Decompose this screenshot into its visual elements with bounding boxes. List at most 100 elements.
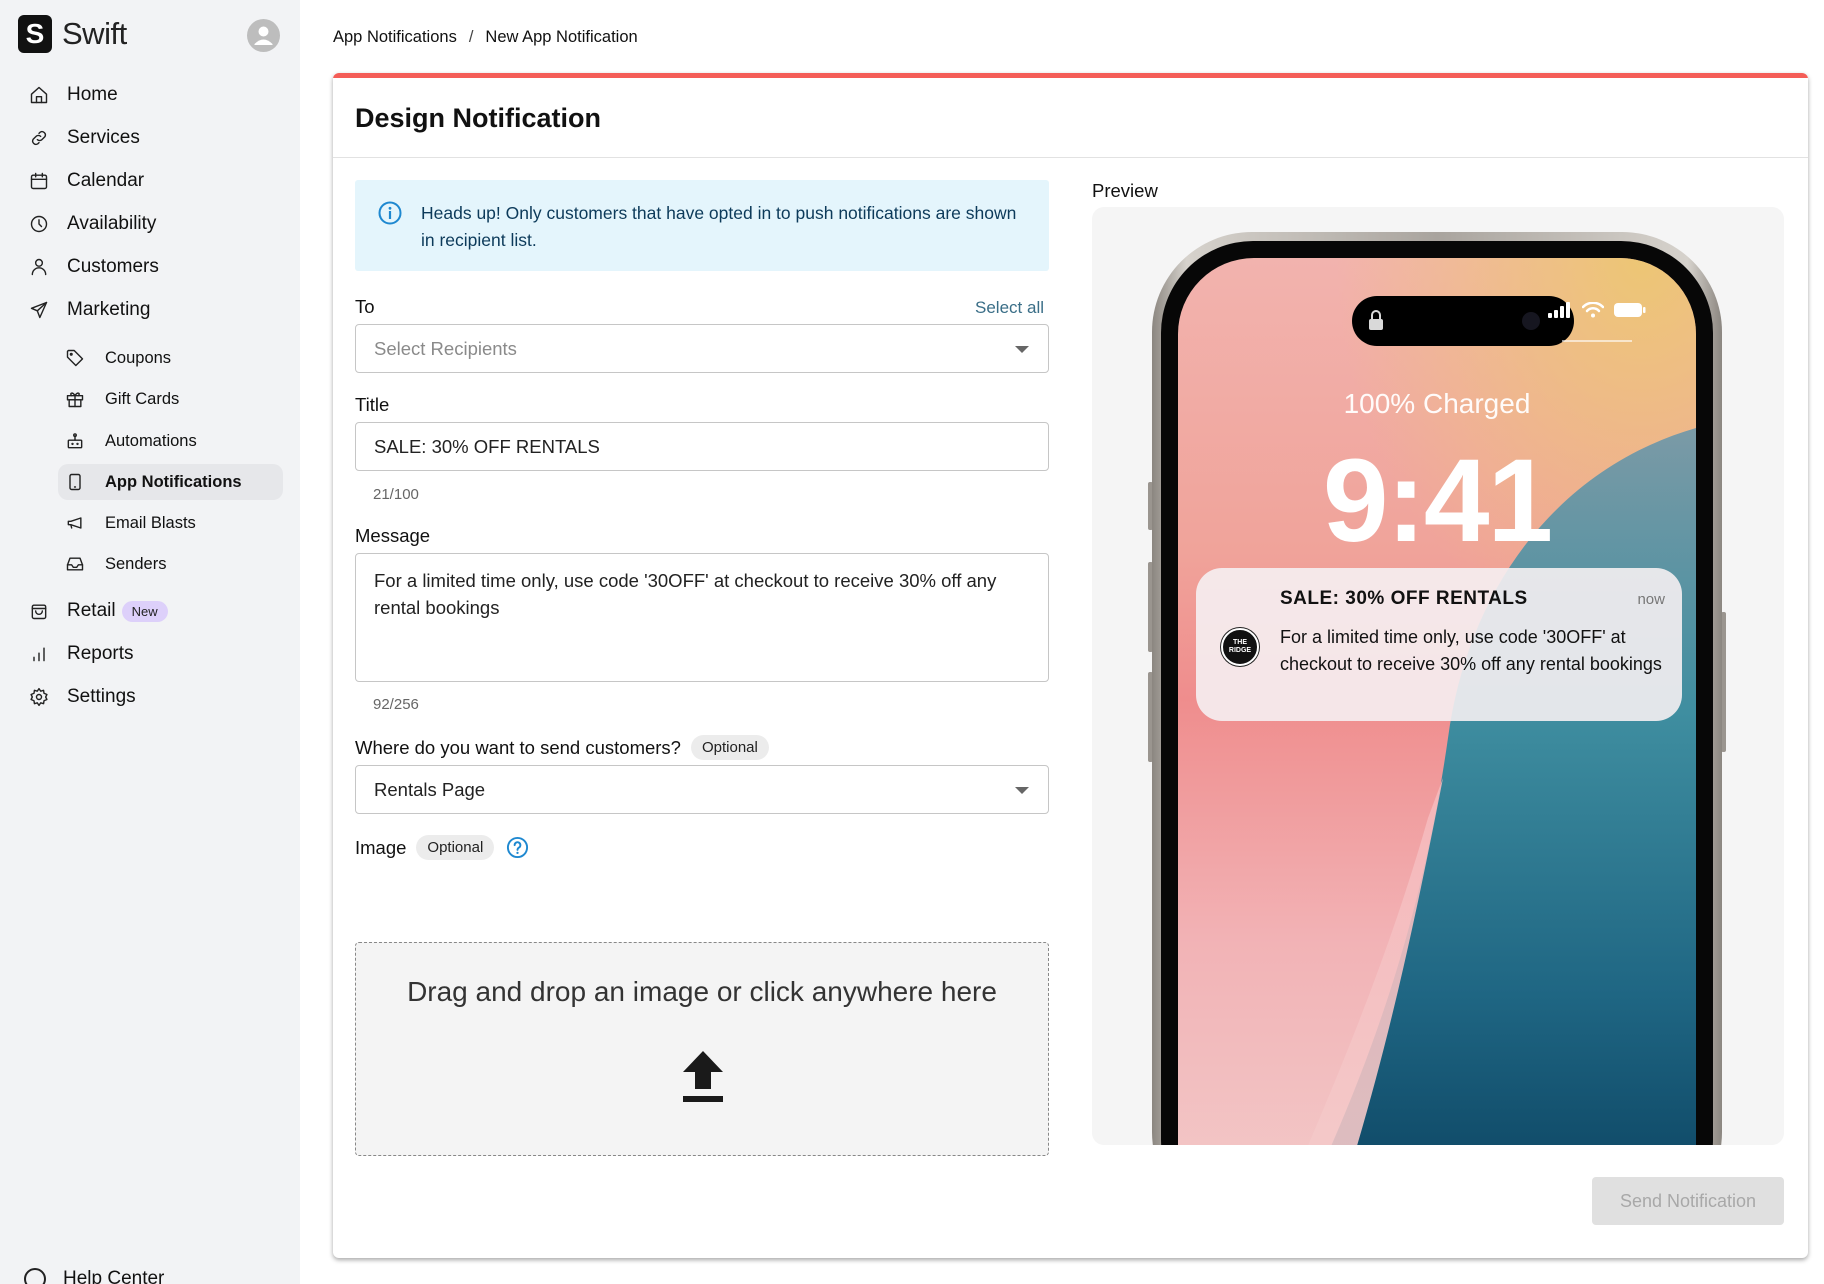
chevron-down-icon [1015, 786, 1029, 794]
sidebar-item-email-blasts[interactable]: Email Blasts [64, 505, 196, 541]
charging-indicator [1562, 340, 1632, 342]
help-center-label: Help Center [63, 1268, 165, 1284]
sidebar-item-settings[interactable]: Settings [28, 682, 136, 712]
destination-label: Where do you want to send customers? Opt… [355, 735, 769, 760]
sidebar-item-coupons[interactable]: Coupons [64, 340, 171, 376]
breadcrumb-parent-link[interactable]: App Notifications [333, 28, 457, 47]
sidebar-item-automations[interactable]: Automations [64, 423, 197, 459]
message-textarea[interactable]: For a limited time only, use code '30OFF… [355, 553, 1049, 682]
clock-icon [28, 213, 50, 235]
to-label-text: To [355, 296, 375, 317]
sidebar-item-app-notifications[interactable]: App Notifications [58, 464, 283, 500]
sidebar: S Swift Home Services Calendar Availabil… [0, 0, 300, 1284]
select-all-link[interactable]: Select all [975, 298, 1044, 318]
divider [333, 157, 1808, 158]
sidebar-item-availability[interactable]: Availability [28, 209, 156, 239]
message-textarea-value: For a limited time only, use code '30OFF… [374, 570, 997, 618]
new-badge: New [121, 600, 168, 622]
brand[interactable]: S Swift [18, 15, 127, 53]
sidebar-item-reports[interactable]: Reports [28, 639, 134, 669]
phone-icon [64, 471, 86, 493]
optional-chip: Optional [416, 835, 495, 860]
sidebar-item-calendar[interactable]: Calendar [28, 166, 144, 196]
message-label-text: Message [355, 525, 431, 546]
sidebar-item-label: Availability [67, 213, 157, 234]
status-bar [1548, 302, 1646, 318]
sidebar-item-label: Services [67, 127, 140, 148]
sidebar-item-marketing[interactable]: Marketing [28, 295, 150, 325]
calendar-icon [28, 170, 50, 192]
question-circle-icon[interactable] [506, 836, 529, 859]
sidebar-item-customers[interactable]: Customers [28, 252, 159, 282]
user-avatar-icon [254, 26, 273, 45]
card-accent-bar [333, 73, 1808, 78]
info-banner: Heads up! Only customers that have opted… [355, 180, 1049, 271]
user-icon [28, 256, 50, 278]
sidebar-item-label: App Notifications [105, 472, 242, 491]
breadcrumb-current: New App Notification [485, 28, 638, 46]
sidebar-item-label: Email Blasts [105, 513, 196, 532]
preview-label: Preview [1092, 180, 1158, 201]
message-char-counter: 92/256 [373, 696, 419, 713]
camera-icon [1522, 312, 1540, 330]
title-label-text: Title [355, 394, 390, 415]
avatar[interactable] [247, 19, 280, 52]
notification-title: SALE: 30% OFF RENTALS [1280, 588, 1528, 609]
app-logo-icon: THE RIDGE [1221, 628, 1259, 666]
robot-icon [64, 430, 86, 452]
to-label: To [355, 296, 375, 318]
image-label: Image Optional [355, 835, 529, 860]
battery-icon [1614, 303, 1646, 317]
info-banner-text: Heads up! Only customers that have opted… [421, 203, 1017, 250]
sidebar-item-label: Calendar [67, 170, 145, 191]
sidebar-item-gift-cards[interactable]: Gift Cards [64, 381, 179, 417]
sidebar-item-label: Automations [105, 431, 197, 450]
message-label: Message [355, 525, 430, 547]
sidebar-item-home[interactable]: Home [28, 80, 118, 110]
title-input[interactable]: SALE: 30% OFF RENTALS [355, 422, 1049, 471]
title-char-counter: 21/100 [373, 486, 419, 503]
help-center-link[interactable]: Help Center [24, 1268, 164, 1284]
title-label: Title [355, 394, 389, 416]
sidebar-item-services[interactable]: Services [28, 123, 140, 153]
link-icon [28, 127, 50, 149]
image-dropzone[interactable]: Drag and drop an image or click anywhere… [355, 942, 1049, 1156]
sidebar-item-label: Settings [67, 686, 136, 707]
brand-logo: S [18, 15, 52, 53]
upload-icon [683, 1051, 723, 1102]
sidebar-item-label: Customers [67, 256, 159, 277]
destination-label-text: Where do you want to send customers? [355, 736, 681, 758]
signal-icon [1548, 302, 1570, 318]
sidebar-item-retail[interactable]: Retail New [28, 596, 168, 626]
breadcrumb: App Notifications / New App Notification [333, 28, 638, 47]
lock-icon [1369, 310, 1383, 330]
notification-body: For a limited time only, use code '30OFF… [1280, 627, 1662, 674]
send-notification-button[interactable]: Send Notification [1592, 1177, 1784, 1225]
sidebar-item-label: Senders [105, 554, 167, 573]
dynamic-island [1352, 296, 1574, 346]
notification-time: now [1637, 591, 1665, 608]
page-title: Design Notification [355, 103, 602, 133]
destination-select[interactable]: Rentals Page [355, 765, 1049, 814]
title-input-value: SALE: 30% OFF RENTALS [374, 435, 600, 457]
brand-name: Swift [62, 16, 127, 51]
chevron-down-icon [1015, 345, 1029, 353]
home-icon [28, 84, 50, 106]
wifi-icon [1582, 302, 1604, 318]
tag-icon [64, 347, 86, 369]
phone-preview: 100% Charged 9:41 THE RIDGE SALE: 30% OF… [1092, 207, 1784, 1145]
sidebar-item-label: Gift Cards [105, 389, 180, 408]
destination-select-value: Rentals Page [374, 778, 486, 800]
help-icon [24, 1268, 46, 1284]
sidebar-item-senders[interactable]: Senders [64, 546, 166, 582]
sidebar-item-label: Marketing [67, 299, 151, 320]
gear-icon [28, 686, 50, 708]
lockscreen-clock: 9:41 [1322, 435, 1553, 567]
gift-icon [64, 388, 86, 410]
design-notification-card: Design Notification Heads up! Only custo… [333, 73, 1808, 1258]
sidebar-item-label: Retail [67, 600, 116, 621]
recipients-placeholder: Select Recipients [374, 337, 517, 359]
dropzone-text: Drag and drop an image or click anywhere… [407, 976, 997, 1007]
info-icon [378, 201, 402, 225]
recipients-select[interactable]: Select Recipients [355, 324, 1049, 373]
